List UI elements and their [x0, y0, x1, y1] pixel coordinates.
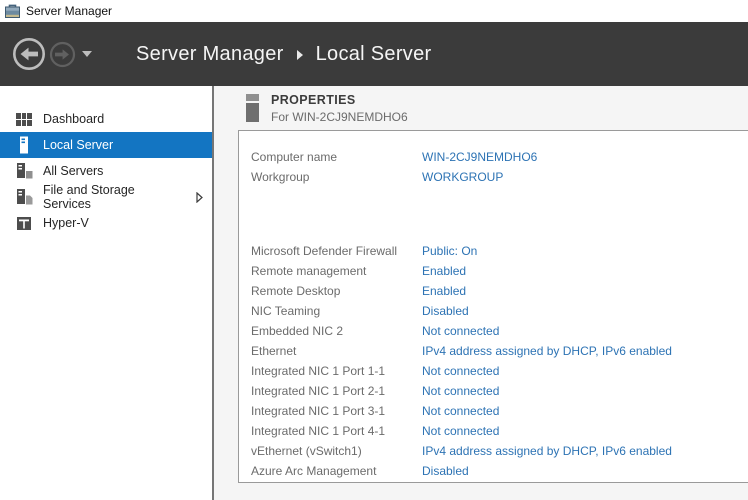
sidebar-item-local-server[interactable]: Local Server	[0, 132, 212, 158]
property-row: Azure Arc Management Disabled	[251, 461, 748, 481]
window-title: Server Manager	[26, 4, 112, 18]
property-label: Azure Arc Management	[251, 461, 422, 481]
sidebar-item-label: Local Server	[43, 138, 113, 152]
property-value-link[interactable]: Not connected	[422, 401, 499, 421]
breadcrumb: Server Manager Local Server	[136, 43, 432, 66]
back-button[interactable]	[12, 37, 46, 71]
property-value-link[interactable]: IPv4 address assigned by DHCP, IPv6 enab…	[422, 341, 672, 361]
property-value-link[interactable]: Public: On	[422, 241, 477, 261]
property-row: vEthernet (vSwitch1) IPv4 address assign…	[251, 441, 748, 461]
property-label: vEthernet (vSwitch1)	[251, 441, 422, 461]
property-label: Integrated NIC 1 Port 2-1	[251, 381, 422, 401]
breadcrumb-separator-icon	[297, 50, 303, 60]
property-value-link[interactable]: Enabled	[422, 281, 466, 301]
title-bar: Server Manager	[0, 0, 748, 22]
sidebar-item-label: Dashboard	[43, 112, 104, 126]
submenu-chevron-right-icon	[196, 192, 203, 203]
property-label: Remote management	[251, 261, 422, 281]
sidebar-item-label: All Servers	[43, 164, 103, 178]
sidebar-item-hyper-v[interactable]: Hyper-V	[0, 210, 212, 236]
hyper-v-icon	[16, 215, 33, 232]
property-value-link[interactable]: Enabled	[422, 261, 466, 281]
content-area: PROPERTIES For WIN-2CJ9NEMDHO6 Computer …	[214, 86, 748, 500]
property-value-link[interactable]: Not connected	[422, 421, 499, 441]
sidebar-item-dashboard[interactable]: Dashboard	[0, 106, 212, 132]
property-value-link[interactable]: Disabled	[422, 461, 469, 481]
property-row: Integrated NIC 1 Port 2-1 Not connected	[251, 381, 748, 401]
properties-title: PROPERTIES	[271, 93, 408, 108]
main-area: Dashboard Local Server Al	[0, 86, 748, 500]
property-label: Integrated NIC 1 Port 4-1	[251, 421, 422, 441]
file-storage-icon	[16, 189, 33, 206]
property-row: Integrated NIC 1 Port 3-1 Not connected	[251, 401, 748, 421]
sidebar-item-label: File and Storage Services	[43, 183, 186, 211]
dashboard-tiles-icon	[16, 111, 33, 128]
property-row: Remote Desktop Enabled	[251, 281, 748, 301]
properties-panel: Computer name WIN-2CJ9NEMDHO6 Workgroup …	[238, 130, 748, 483]
property-label: NIC Teaming	[251, 301, 422, 321]
breadcrumb-root[interactable]: Server Manager	[136, 43, 284, 66]
property-value-link[interactable]: Not connected	[422, 321, 499, 341]
all-servers-icon	[16, 163, 33, 180]
property-row: Computer name WIN-2CJ9NEMDHO6	[251, 147, 748, 167]
sidebar: Dashboard Local Server Al	[0, 86, 212, 500]
property-value-link[interactable]: WIN-2CJ9NEMDHO6	[422, 147, 537, 167]
property-value-link[interactable]: Not connected	[422, 361, 499, 381]
sidebar-item-label: Hyper-V	[43, 216, 89, 230]
navigation-dropdown-caret-icon[interactable]	[82, 51, 92, 57]
properties-header: PROPERTIES For WIN-2CJ9NEMDHO6	[214, 86, 748, 130]
property-row: Integrated NIC 1 Port 4-1 Not connected	[251, 421, 748, 441]
app-toolbox-icon	[5, 4, 20, 18]
property-row: Embedded NIC 2 Not connected	[251, 321, 748, 341]
property-row: Microsoft Defender Firewall Public: On	[251, 241, 748, 261]
navigation-bar: Server Manager Local Server	[0, 22, 748, 86]
property-label: Workgroup	[251, 167, 422, 187]
property-row: NIC Teaming Disabled	[251, 301, 748, 321]
property-value-link[interactable]: IPv4 address assigned by DHCP, IPv6 enab…	[422, 441, 672, 461]
property-row: Remote management Enabled	[251, 261, 748, 281]
property-label: Integrated NIC 1 Port 1-1	[251, 361, 422, 381]
property-value-link[interactable]: Not connected	[422, 381, 499, 401]
breadcrumb-current[interactable]: Local Server	[316, 43, 432, 66]
property-value-link[interactable]: WORKGROUP	[422, 167, 503, 187]
server-tower-icon	[16, 137, 33, 154]
properties-server-icon	[246, 94, 259, 122]
sidebar-item-file-storage-services[interactable]: File and Storage Services	[0, 184, 212, 210]
property-row: Integrated NIC 1 Port 1-1 Not connected	[251, 361, 748, 381]
property-label: Ethernet	[251, 341, 422, 361]
property-label: Remote Desktop	[251, 281, 422, 301]
sidebar-item-all-servers[interactable]: All Servers	[0, 158, 212, 184]
property-value-link[interactable]: Disabled	[422, 301, 469, 321]
property-label: Embedded NIC 2	[251, 321, 422, 341]
property-row: Workgroup WORKGROUP	[251, 167, 748, 187]
properties-subtitle: For WIN-2CJ9NEMDHO6	[271, 110, 408, 124]
property-row: Ethernet IPv4 address assigned by DHCP, …	[251, 341, 748, 361]
property-label: Integrated NIC 1 Port 3-1	[251, 401, 422, 421]
property-label: Microsoft Defender Firewall	[251, 241, 422, 261]
forward-button[interactable]	[49, 41, 76, 68]
property-label: Computer name	[251, 147, 422, 167]
